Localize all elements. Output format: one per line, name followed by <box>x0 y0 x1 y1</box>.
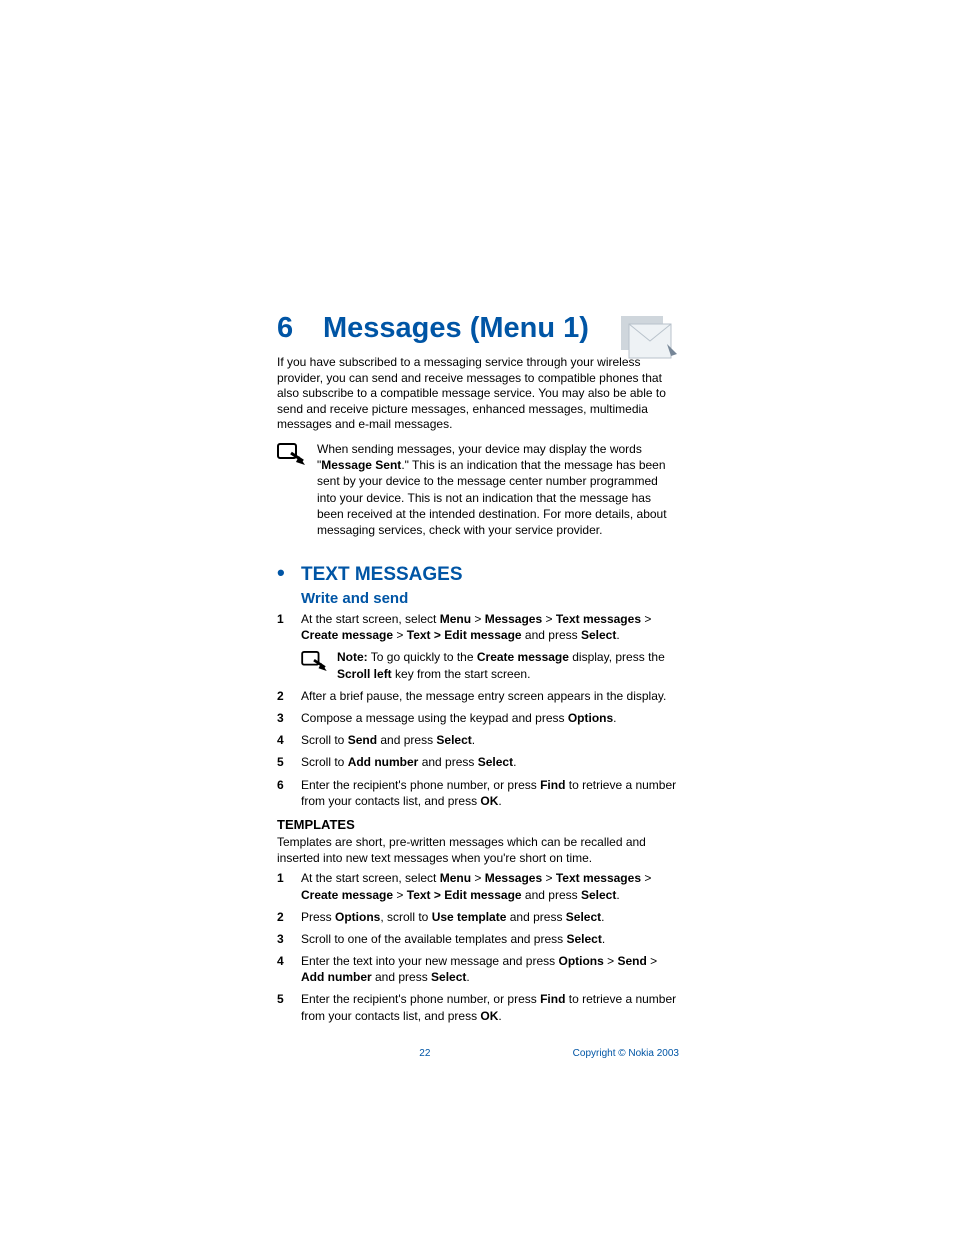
step-num: 4 <box>277 732 301 748</box>
list-item: 1 At the start screen, select Menu > Mes… <box>277 870 679 902</box>
subsection-title: Write and send <box>277 590 679 607</box>
step-text: At the start screen, select Menu > Messa… <box>301 611 679 643</box>
step-text: Scroll to Add number and press Select. <box>301 754 679 770</box>
list-item: 5 Enter the recipient's phone number, or… <box>277 991 679 1023</box>
section-title: TEXT MESSAGES <box>301 564 463 586</box>
step-num: 4 <box>277 953 301 985</box>
step-text: Press Options, scroll to Use template an… <box>301 909 679 925</box>
note-text: Note: To go quickly to the Create messag… <box>337 649 679 681</box>
step-num: 5 <box>277 991 301 1023</box>
list-item: 2 Press Options, scroll to Use template … <box>277 909 679 925</box>
list-item: 4 Scroll to Send and press Select. <box>277 732 679 748</box>
step-text: Enter the recipient's phone number, or p… <box>301 991 679 1023</box>
list-item: 3 Compose a message using the keypad and… <box>277 710 679 726</box>
note-block: When sending messages, your device may d… <box>277 441 679 538</box>
section-heading: • TEXT MESSAGES <box>277 560 679 586</box>
messages-illustration <box>621 316 679 366</box>
chapter-number: 6 <box>277 312 323 345</box>
write-send-steps-cont: 2 After a brief pause, the message entry… <box>277 688 679 809</box>
step-text: Enter the recipient's phone number, or p… <box>301 777 679 809</box>
note-icon <box>277 441 317 538</box>
txt-bold: Message Sent <box>321 458 401 472</box>
step-text: At the start screen, select Menu > Messa… <box>301 870 679 902</box>
step-num: 2 <box>277 688 301 704</box>
list-item: 1 At the start screen, select Menu > Mes… <box>277 611 679 643</box>
step-num: 3 <box>277 931 301 947</box>
note-icon <box>301 649 337 681</box>
chapter-title: Messages (Menu 1) <box>323 312 589 345</box>
page-footer: 22 Copyright © Nokia 2003 <box>277 1048 679 1059</box>
bullet-icon: • <box>277 560 301 586</box>
step-num: 1 <box>277 870 301 902</box>
step-text: Enter the text into your new message and… <box>301 953 679 985</box>
list-item: 3 Scroll to one of the available templat… <box>277 931 679 947</box>
write-send-steps: 1 At the start screen, select Menu > Mes… <box>277 611 679 643</box>
step-num: 2 <box>277 909 301 925</box>
list-item: 2 After a brief pause, the message entry… <box>277 688 679 704</box>
intro-paragraph: If you have subscribed to a messaging se… <box>277 355 679 433</box>
copyright: Copyright © Nokia 2003 <box>573 1048 679 1059</box>
step-text: Compose a message using the keypad and p… <box>301 710 679 726</box>
templates-intro: Templates are short, pre-written message… <box>277 834 679 866</box>
step-num: 1 <box>277 611 301 643</box>
templates-heading: TEMPLATES <box>277 817 679 832</box>
list-item: 6 Enter the recipient's phone number, or… <box>277 777 679 809</box>
list-item: 4 Enter the text into your new message a… <box>277 953 679 985</box>
page: 6 Messages (Menu 1) If you have subscrib… <box>0 0 954 1235</box>
inner-note: Note: To go quickly to the Create messag… <box>301 649 679 681</box>
step-num: 6 <box>277 777 301 809</box>
page-number: 22 <box>277 1048 573 1059</box>
chapter-heading: 6 Messages (Menu 1) <box>277 312 679 345</box>
step-text: Scroll to Send and press Select. <box>301 732 679 748</box>
step-text: After a brief pause, the message entry s… <box>301 688 679 704</box>
step-num: 5 <box>277 754 301 770</box>
note-text: When sending messages, your device may d… <box>317 441 679 538</box>
templates-steps: 1 At the start screen, select Menu > Mes… <box>277 870 679 1024</box>
list-item: 5 Scroll to Add number and press Select. <box>277 754 679 770</box>
step-num: 3 <box>277 710 301 726</box>
step-text: Scroll to one of the available templates… <box>301 931 679 947</box>
